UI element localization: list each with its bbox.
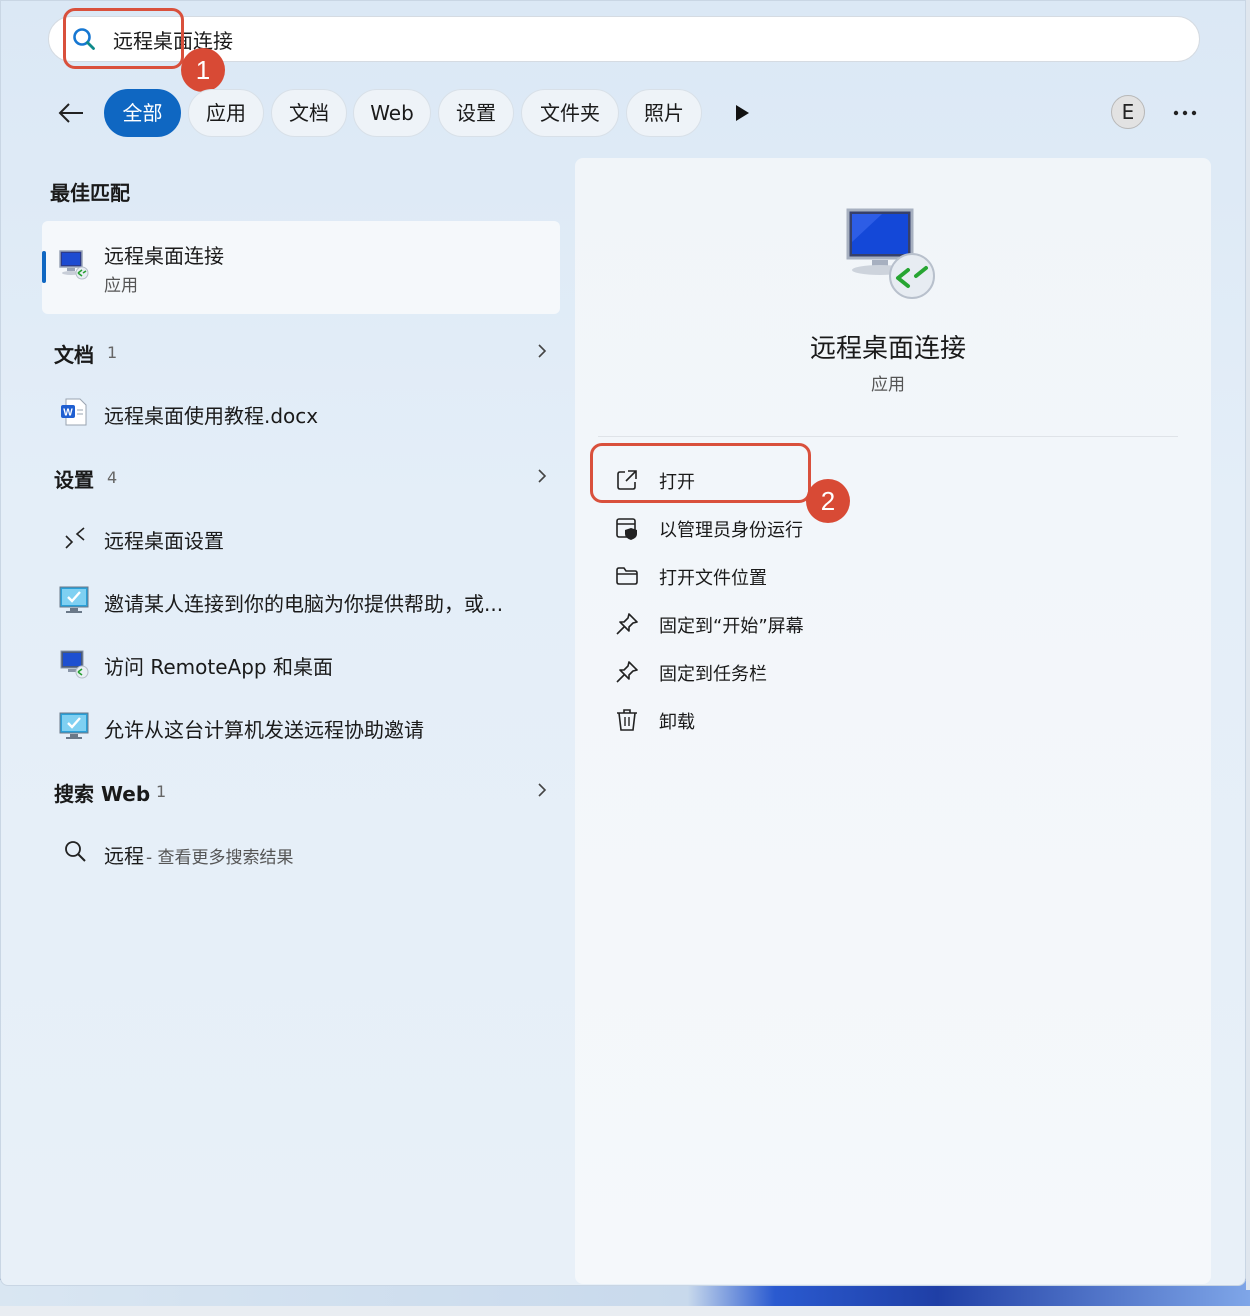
action-run-as-admin[interactable]: 以管理员身份运行 [659,516,803,542]
back-arrow-icon[interactable] [56,98,86,128]
settings-count: 4 [107,468,118,487]
filter-settings[interactable]: 设置 [438,89,514,137]
best-match-heading: 最佳匹配 [50,181,130,205]
filter-photos[interactable]: 照片 [626,89,702,137]
admin-shield-icon [616,518,637,540]
svg-text:W: W [63,408,73,419]
selection-indicator [42,251,46,283]
annotation-highlight-2 [590,443,811,503]
web-heading[interactable]: 搜索 Web [54,778,150,807]
action-uninstall[interactable]: 卸载 [659,708,695,734]
web-count: 1 [156,782,167,801]
preview-app-type: 应用 [871,375,905,395]
window-edge [1246,0,1250,1290]
chevron-right-icon[interactable] [536,781,548,799]
remote-settings-icon [65,527,85,549]
annotation-badge-2: 2 [806,479,850,523]
chevron-right-icon[interactable] [536,467,548,485]
settings-item-remote-desktop[interactable]: 远程桌面设置 [104,525,224,554]
annotation-highlight-1 [63,8,184,69]
remote-assistance-icon [59,586,89,613]
action-open-file-location[interactable]: 打开文件位置 [659,564,767,590]
more-filters-icon[interactable] [733,103,751,123]
chevron-right-icon[interactable] [536,342,548,360]
best-match-type: 应用 [104,276,138,296]
filter-documents[interactable]: 文档 [271,89,347,137]
trash-icon [617,709,637,731]
filter-apps[interactable]: 应用 [188,89,264,137]
folder-icon [616,567,638,585]
settings-item-remoteapp[interactable]: 访问 RemoteApp 和桌面 [104,651,333,680]
filter-folders[interactable]: 文件夹 [521,89,619,137]
taskbar-edge [0,1306,1250,1316]
account-avatar[interactable]: E [1111,95,1145,129]
filter-web[interactable]: Web [353,89,431,137]
word-document-icon: W [61,398,87,426]
document-item[interactable]: 远程桌面使用教程.docx [104,400,318,429]
remote-desktop-large-icon [846,208,935,299]
best-match-name: 远程桌面连接 [104,244,224,268]
remote-desktop-icon [59,250,89,280]
preview-app-name: 远程桌面连接 [809,334,966,364]
documents-heading[interactable]: 文档 [54,339,94,368]
action-pin-to-taskbar[interactable]: 固定到任务栏 [659,660,767,686]
settings-item-allow-invitations[interactable]: 允许从这台计算机发送远程协助邀请 [104,714,424,743]
documents-count: 1 [107,343,118,362]
search-icon [65,841,86,862]
remoteapp-icon [60,650,89,679]
web-search-suffix[interactable]: - 查看更多搜索结果 [146,843,294,868]
filter-all[interactable]: 全部 [104,89,181,137]
settings-item-invite-help[interactable]: 邀请某人连接到你的电脑为你提供帮助，或... [104,588,503,617]
annotation-badge-1: 1 [181,48,225,92]
action-pin-to-start[interactable]: 固定到“开始”屏幕 [659,612,804,638]
more-options-icon[interactable] [1172,109,1198,117]
pin-icon [616,613,638,635]
settings-heading[interactable]: 设置 [54,464,94,493]
remote-assistance-icon [59,712,89,739]
preview-divider [598,436,1178,437]
pin-icon [616,661,638,683]
web-search-query[interactable]: 远程 [104,840,144,869]
